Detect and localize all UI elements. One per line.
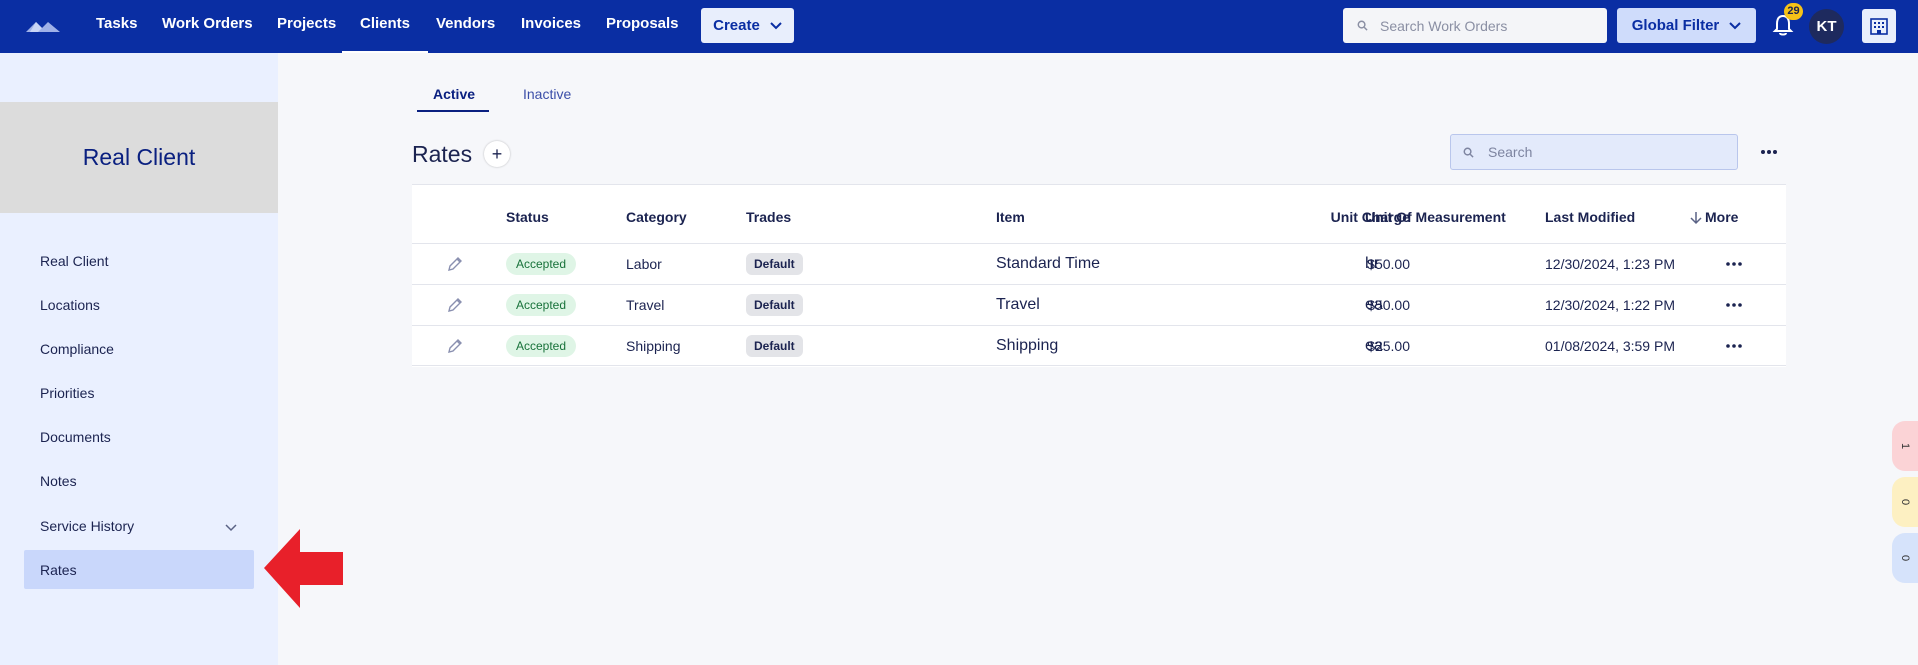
table-row: Accepted Shipping Default Shipping $25.0… [412, 325, 1786, 366]
sort-descending-arrow-icon[interactable] [1690, 211, 1702, 225]
nav-tasks[interactable]: Tasks [96, 0, 137, 53]
add-rate-button[interactable]: + [484, 141, 510, 167]
sidebar-item-service-history[interactable]: Service History [40, 518, 134, 534]
uom-cell: ea [1365, 337, 1383, 354]
nav-invoices[interactable]: Invoices [521, 0, 581, 53]
nav-proposals[interactable]: Proposals [606, 0, 679, 53]
indicator-pill-blue[interactable]: 0 [1892, 533, 1918, 583]
pencil-edit-icon[interactable] [446, 296, 464, 314]
indicator-count: 1 [1899, 442, 1911, 450]
tab-active[interactable]: Active [433, 86, 475, 102]
rates-search-input[interactable]: Search [1450, 134, 1738, 170]
search-placeholder: Search Work Orders [1380, 17, 1508, 34]
row-more-icon[interactable] [1724, 296, 1744, 314]
chevron-down-icon [1729, 21, 1741, 29]
item-cell: Standard Time [996, 255, 1101, 272]
indicator-count: 0 [1899, 554, 1911, 562]
search-icon [1463, 147, 1474, 158]
sidebar-item-priorities[interactable]: Priorities [40, 385, 94, 401]
sidebar-item-documents[interactable]: Documents [40, 429, 111, 445]
chevron-down-icon[interactable] [224, 521, 238, 535]
item-cell: Travel [996, 296, 1040, 313]
last-modified-cell: 01/08/2024, 3:59 PM [1545, 338, 1675, 354]
header-category[interactable]: Category [626, 209, 687, 225]
tab-inactive[interactable]: Inactive [523, 86, 571, 102]
rates-search-placeholder: Search [1488, 144, 1533, 160]
trade-badge: Default [746, 253, 803, 275]
category-cell: Shipping [626, 338, 681, 354]
sidebar-item-notes[interactable]: Notes [40, 473, 77, 489]
chevron-down-icon [770, 21, 782, 29]
header-trades[interactable]: Trades [746, 209, 791, 225]
header-more: More [1705, 209, 1739, 225]
unit-charge-cell: $25.00 [1367, 338, 1410, 354]
sidebar-item-real-client[interactable]: Real Client [40, 253, 108, 269]
header-unit-of-measurement[interactable]: Unit Of Measurement [1365, 209, 1506, 225]
nav-vendors[interactable]: Vendors [436, 0, 495, 53]
client-name-header: Real Client [0, 102, 278, 213]
header-item[interactable]: Item [996, 209, 1025, 225]
status-badge: Accepted [506, 253, 577, 275]
trade-badge: Default [746, 294, 803, 316]
company-switch-button[interactable] [1862, 9, 1896, 43]
trade-badge: Default [746, 335, 803, 357]
work-order-search-input[interactable]: Search Work Orders [1343, 8, 1607, 43]
client-sidebar: Real Client Real Client Locations Compli… [0, 53, 278, 665]
more-options-icon[interactable] [1758, 141, 1780, 163]
pencil-edit-icon[interactable] [446, 337, 464, 355]
last-modified-cell: 12/30/2024, 1:23 PM [1545, 256, 1675, 272]
table-row: Accepted Travel Default Travel $50.00 ea… [412, 284, 1786, 325]
rates-table: Status Category Trades Item Unit Charge … [412, 184, 1786, 367]
pencil-edit-icon[interactable] [446, 255, 464, 273]
row-more-icon[interactable] [1724, 337, 1744, 355]
uom-cell: hr [1365, 255, 1380, 272]
last-modified-cell: 12/30/2024, 1:22 PM [1545, 297, 1675, 313]
active-tab-indicator [417, 110, 489, 112]
red-pointer-arrow-icon [264, 529, 343, 608]
top-navbar: Tasks Work Orders Projects Clients Vendo… [0, 0, 1918, 53]
indicator-pill-red[interactable]: 1 [1892, 421, 1918, 471]
category-cell: Travel [626, 297, 665, 313]
sidebar-item-rates[interactable]: Rates [40, 562, 77, 578]
create-button[interactable]: Create [701, 8, 794, 43]
create-label: Create [713, 17, 760, 34]
nav-projects[interactable]: Projects [277, 0, 336, 53]
header-last-modified[interactable]: Last Modified [1545, 209, 1635, 225]
user-avatar[interactable]: KT [1809, 9, 1844, 44]
nav-work-orders[interactable]: Work Orders [162, 0, 253, 53]
indicator-pill-yellow[interactable]: 0 [1892, 477, 1918, 527]
indicator-count: 0 [1899, 498, 1911, 506]
category-cell: Labor [626, 256, 662, 272]
status-badge: Accepted [506, 294, 577, 316]
uom-cell: ea [1365, 296, 1383, 313]
status-badge: Accepted [506, 335, 577, 357]
building-icon [1870, 18, 1888, 35]
item-cell: Shipping [996, 337, 1059, 354]
row-more-icon[interactable] [1724, 255, 1744, 273]
app-logo-icon[interactable] [24, 16, 64, 36]
sidebar-item-locations[interactable]: Locations [40, 297, 100, 313]
header-status[interactable]: Status [506, 209, 549, 225]
global-filter-button[interactable]: Global Filter [1617, 8, 1756, 43]
table-row: Accepted Labor Default Standard Time $50… [412, 243, 1786, 284]
sidebar-item-compliance[interactable]: Compliance [40, 341, 114, 357]
nav-clients[interactable]: Clients [341, 0, 429, 53]
global-filter-label: Global Filter [1631, 17, 1720, 34]
search-icon [1357, 20, 1368, 31]
unit-charge-cell: $50.00 [1367, 256, 1410, 272]
unit-charge-cell: $50.00 [1367, 297, 1410, 313]
notification-count-badge: 29 [1784, 3, 1803, 20]
page-title: Rates [412, 141, 473, 167]
